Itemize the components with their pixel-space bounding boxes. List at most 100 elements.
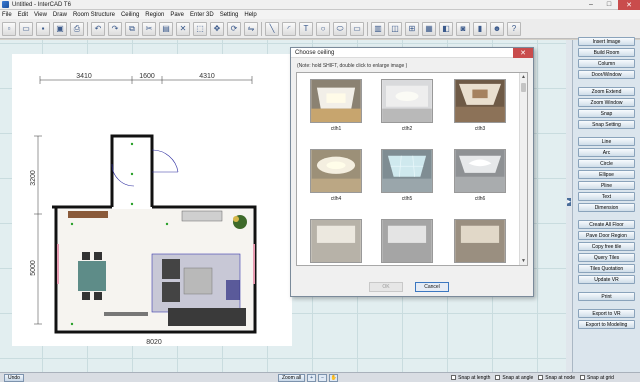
export-to-modeling-button[interactable]: Export to Modeling [578,320,635,329]
user-icon[interactable]: ☻ [490,21,504,36]
snap-angle-checkbox[interactable]: Snap at angle [495,375,533,381]
cut-icon[interactable]: ✂ [142,21,156,36]
ceiling-item[interactable]: ctlh2 [381,79,433,132]
ceiling-gallery[interactable]: ctlh1 ctlh2 ctlh3 ctlh4 ctlh5 ctlh6 ▲ ▼ [296,72,528,266]
checkbox-box[interactable] [451,375,457,380]
mirror-icon[interactable]: ⇋ [244,21,258,36]
cabinet-icon[interactable]: ▮ [473,21,487,36]
menu-view[interactable]: View [34,12,47,18]
create-all-floor-button[interactable]: Create All Floor [578,220,635,229]
pline-button[interactable]: Pline [578,181,635,190]
scroll-down-icon[interactable]: ▼ [520,257,527,265]
zoom-in-icon[interactable]: + [307,373,317,382]
comment-icon[interactable]: ▭ [350,21,364,36]
select-icon[interactable]: ⬚ [193,21,207,36]
zoom-all-button[interactable]: Zoom all [277,373,306,382]
print-button[interactable]: Print [578,292,635,301]
ceiling-item[interactable] [381,219,433,265]
circle-tool-icon[interactable]: ○ [316,21,330,36]
ceiling-item[interactable] [454,219,506,265]
menu-draw[interactable]: Draw [53,12,67,18]
rotate-icon[interactable]: ⟳ [227,21,241,36]
delete-icon[interactable]: ✕ [176,21,190,36]
dialog-close-button[interactable]: ✕ [513,48,533,58]
checkbox-box[interactable] [580,375,585,380]
snap-grid-checkbox[interactable]: Snap at grid [580,375,614,381]
render-icon[interactable]: ◧ [439,21,453,36]
new-icon[interactable]: ▫ [2,21,16,36]
copy-free-tile-button[interactable]: Copy free tile [578,242,635,251]
checkbox-box[interactable] [538,375,544,380]
copy-icon[interactable]: ⧉ [125,21,139,36]
menu-room-structure[interactable]: Room Structure [73,12,115,18]
menu-pave[interactable]: Pave [170,12,184,18]
ceiling-item[interactable]: ctlh5 [381,149,433,202]
save-as-icon[interactable]: ▣ [53,21,67,36]
dimension-button[interactable]: Dimension [578,203,635,212]
move-icon[interactable]: ✥ [210,21,224,36]
redo-icon[interactable]: ↷ [108,21,122,36]
pan-icon[interactable]: ✋ [329,373,339,382]
build-room-button[interactable]: Build Room [578,48,635,57]
arc-button[interactable]: Arc [578,148,635,157]
zoom-out-icon[interactable]: − [318,373,328,382]
cancel-button[interactable]: Cancel [415,282,449,292]
paste-icon[interactable]: ▤ [159,21,173,36]
help-icon[interactable]: ? [507,21,521,36]
camera-icon[interactable]: ◙ [456,21,470,36]
zoom-window-button[interactable]: Zoom Window [578,98,635,107]
menu-edit[interactable]: Edit [18,12,28,18]
snap-length-checkbox[interactable]: Snap at length [451,375,490,381]
ok-button[interactable]: OK [369,282,403,292]
line-button[interactable]: Line [578,137,635,146]
text-button[interactable]: Text [578,192,635,201]
ceiling-item[interactable] [310,219,362,265]
query-tiles-button[interactable]: Query Tiles [578,253,635,262]
checkbox-box[interactable] [495,375,501,380]
scroll-up-icon[interactable]: ▲ [520,73,527,81]
circle-button[interactable]: Circle [578,159,635,168]
insert-image-button[interactable]: Insert Image [578,37,635,46]
snap-setting-button[interactable]: Snap Setting [578,120,635,129]
ceiling-item[interactable]: ctlh4 [310,149,362,202]
window-icon[interactable]: ⊞ [405,21,419,36]
door-window-button[interactable]: Door/Window [578,70,635,79]
menu-region[interactable]: Region [145,12,164,18]
ceiling-item[interactable]: ctlh1 [310,79,362,132]
collapse-panel-icon[interactable]: ▶ [567,198,571,206]
snap-button[interactable]: Snap [578,109,635,118]
line-tool-icon[interactable]: ╲ [265,21,279,36]
door-icon[interactable]: ◫ [388,21,402,36]
menu-file[interactable]: File [2,12,12,18]
tiles-quotation-button[interactable]: Tiles Quotation [578,264,635,273]
text-tool-icon[interactable]: T [299,21,313,36]
column-button[interactable]: Column [578,59,635,68]
print-icon[interactable]: ⎙ [70,21,84,36]
ceiling-item[interactable]: ctlh3 [454,79,506,132]
door-arcs [111,149,179,187]
menu-setting[interactable]: Setting [220,12,239,18]
wall-icon[interactable]: ▥ [371,21,385,36]
maximize-button[interactable]: □ [600,0,618,10]
furniture-icon[interactable]: ▦ [422,21,436,36]
undo-button[interactable]: Undo [4,373,24,382]
arc-tool-icon[interactable]: ◜ [282,21,296,36]
zoom-extend-button[interactable]: Zoom Extend [578,87,635,96]
ellipse-button[interactable]: Ellipse [578,170,635,179]
update-vr-button[interactable]: Update VR [578,275,635,284]
ceiling-item[interactable]: ctlh6 [454,149,506,202]
gallery-scrollbar[interactable]: ▲ ▼ [519,73,527,265]
open-icon[interactable]: ▭ [19,21,33,36]
save-icon[interactable]: ▪ [36,21,50,36]
export-to-vr-button[interactable]: Export to VR [578,309,635,318]
close-button[interactable]: ✕ [618,0,640,10]
scroll-thumb[interactable] [521,83,526,92]
ellipse-tool-icon[interactable]: ⬭ [333,21,347,36]
menu-ceiling[interactable]: Ceiling [121,12,139,18]
pave-door-region-button[interactable]: Pave Door Region [578,231,635,240]
menu-enter-3d[interactable]: Enter 3D [190,12,214,18]
undo-icon[interactable]: ↶ [91,21,105,36]
menu-help[interactable]: Help [244,12,256,18]
minimize-button[interactable]: – [582,0,600,10]
snap-node-checkbox[interactable]: Snap at node [538,375,575,381]
